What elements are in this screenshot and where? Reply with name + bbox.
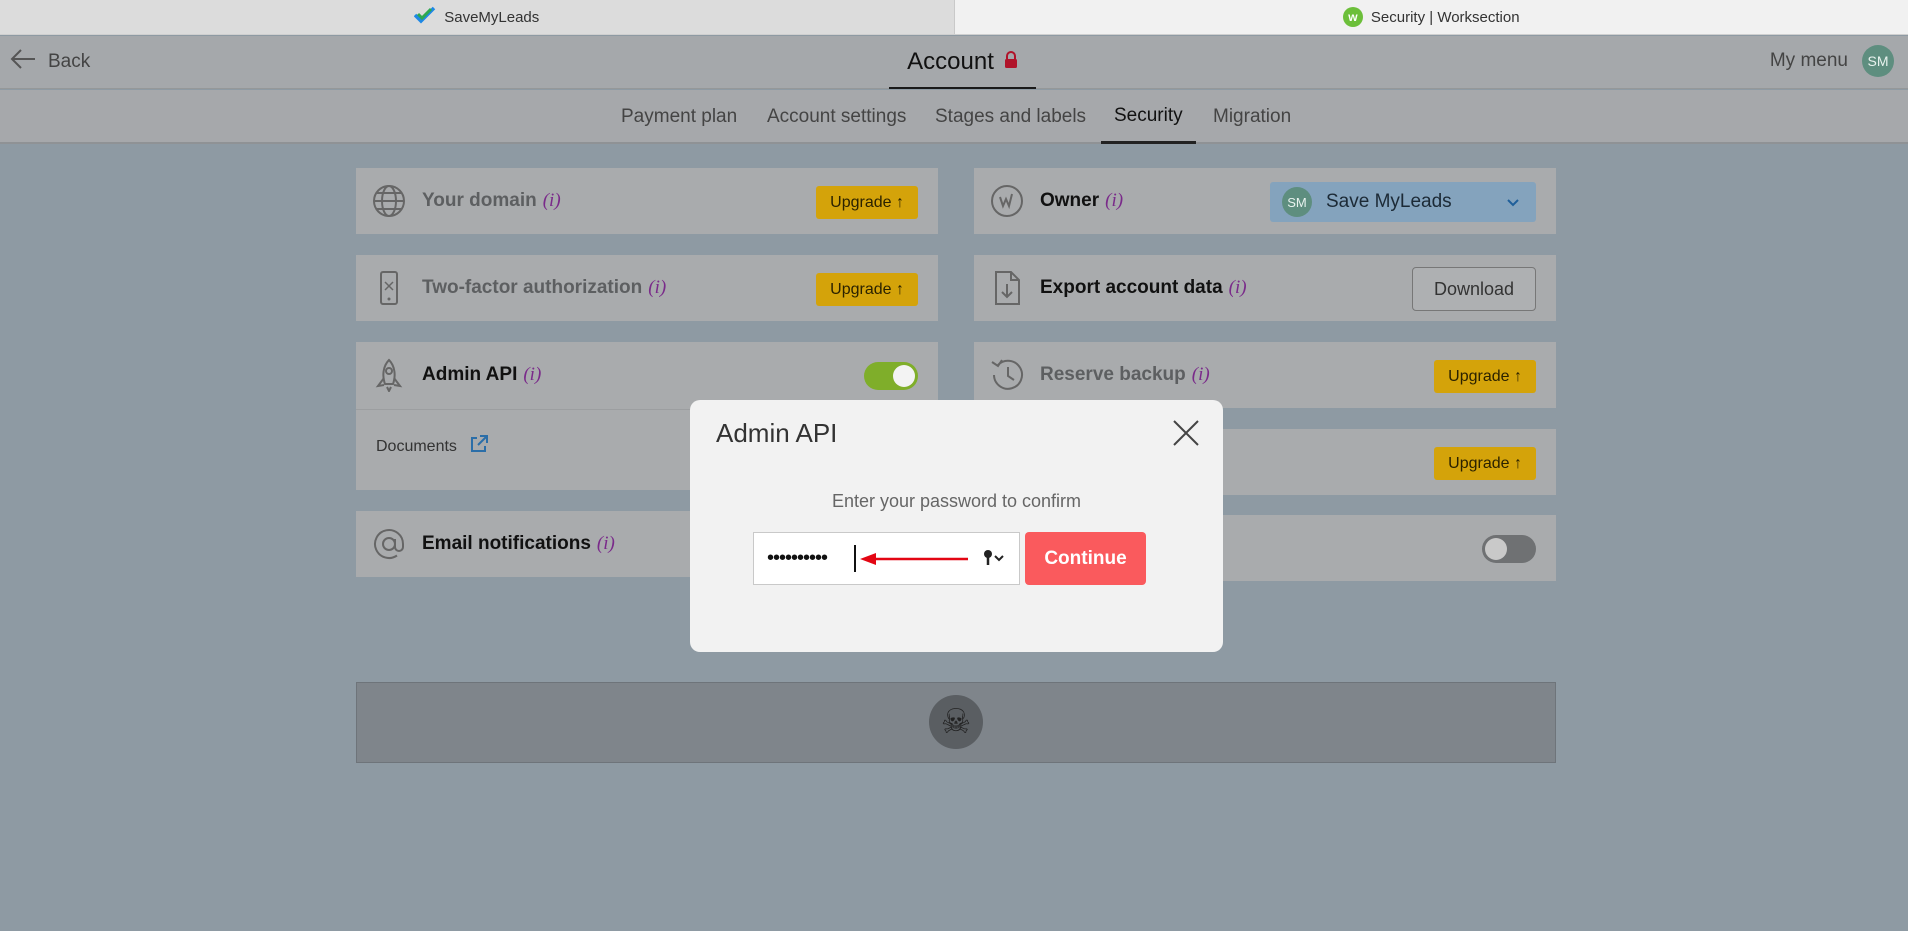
your-domain-title: Your domain (i) [422,168,561,234]
skull-icon[interactable]: ☠ [929,695,983,749]
password-prompt: Enter your password to confirm [831,491,1082,511]
info-link[interactable]: (i) [1192,364,1210,386]
browser-tab-savemyleads[interactable]: SaveMyLeads [0,0,955,34]
page-title: Account [889,36,1036,89]
key-icon[interactable] [983,549,1005,572]
tab-migration[interactable]: Migration [1213,90,1291,144]
my-menu[interactable]: My menu SM [1770,45,1894,77]
my-menu-label: My menu [1769,50,1848,71]
your-domain-card: Your domain (i) Upgrade ↑ [356,168,938,234]
upgrade-button[interactable]: Upgrade ↑ [816,273,918,306]
reserve-backup-card: Reserve backup (i) Upgrade ↑ [974,342,1556,408]
info-link[interactable]: (i) [523,364,541,386]
password-value: •••••••••• [767,547,828,569]
browser-tab-worksection[interactable]: w Security | Worksection [954,0,1908,34]
phone-icon [372,271,406,305]
two-factor-card: Two-factor authorization (i) Upgrade ↑ [356,255,938,321]
admin-api-modal: Admin API Enter your password to confirm… [690,400,1223,652]
tab-security[interactable]: Security [1101,90,1196,144]
owner-select[interactable]: SM Save MyLeads [1270,182,1536,222]
globe-icon [372,184,406,218]
admin-api-title: Admin API (i) [422,342,541,408]
upgrade-button[interactable]: Upgrade ↑ [1434,360,1536,393]
info-link[interactable]: (i) [597,533,615,555]
close-icon[interactable] [1171,418,1201,448]
owner-select-value: Save MyLeads [1326,191,1452,212]
rocket-icon [372,358,406,394]
upgrade-button[interactable]: Upgrade ↑ [1434,447,1536,480]
admin-api-toggle[interactable] [864,362,918,390]
file-download-icon [990,271,1024,305]
continue-button[interactable]: Continue [1025,532,1146,585]
tab-account-settings[interactable]: Account settings [767,90,906,144]
setting-toggle[interactable] [1482,535,1536,563]
back-label: Back [48,51,91,72]
danger-zone: ☠ [356,682,1556,763]
toggle-knob [1485,538,1507,560]
info-link[interactable]: (i) [1229,277,1247,299]
owner-title: Owner (i) [1040,168,1123,234]
tab-payment-plan[interactable]: Payment plan [621,90,737,144]
history-icon [990,358,1024,392]
lock-icon [1004,48,1018,76]
export-account-title: Export account data (i) [1040,255,1247,321]
info-link[interactable]: (i) [543,190,561,212]
owner-card: Owner (i) SM Save MyLeads [974,168,1556,234]
reserve-backup-label: Reserve backup [1040,364,1186,385]
chevron-down-icon [1506,194,1520,216]
admin-api-label: Admin API [422,364,518,385]
reserve-backup-title: Reserve backup (i) [1040,342,1210,408]
owner-label: Owner [1040,190,1100,211]
page-title-text: Account [907,47,994,75]
text-caret [854,545,856,572]
email-notifications-title: Email notifications (i) [422,511,615,577]
download-button[interactable]: Download [1412,267,1536,311]
tab-stages-and-labels[interactable]: Stages and labels [935,90,1086,144]
account-subnav: Payment plan Account settings Stages and… [0,90,1908,144]
your-domain-label: Your domain [422,190,537,211]
documents-label: Documents [376,437,457,455]
two-factor-title: Two-factor authorization (i) [422,255,666,321]
at-sign-icon [372,527,406,561]
export-account-card: Export account data (i) Download [974,255,1556,321]
arrow-left-icon [10,48,36,76]
app-header: Back Account My menu SM [0,36,1908,89]
password-input[interactable]: •••••••••• [753,532,1020,585]
documents-link[interactable]: Documents [376,434,489,459]
external-link-icon [469,434,489,459]
back-button[interactable]: Back [10,48,90,76]
two-factor-label: Two-factor authorization [422,277,643,298]
info-link[interactable]: (i) [1105,190,1123,212]
avatar: SM [1282,187,1312,217]
worksection-logo-icon [990,184,1024,218]
worksection-favicon-icon: w [1342,7,1363,27]
avatar[interactable]: SM [1862,45,1894,77]
info-link[interactable]: (i) [648,277,666,299]
browser-tab-label: Security | Worksection [1370,8,1520,26]
modal-title: Admin API [716,418,838,448]
upgrade-button[interactable]: Upgrade ↑ [816,186,918,219]
email-notifications-label: Email notifications [422,533,591,554]
browser-tab-label: SaveMyLeads [444,8,540,26]
toggle-knob [893,365,915,387]
browser-tab-strip: SaveMyLeads w Security | Worksection [0,0,1908,35]
export-account-label: Export account data [1040,277,1223,298]
savemyleads-favicon-icon [413,6,436,28]
red-arrow-icon [860,552,970,571]
